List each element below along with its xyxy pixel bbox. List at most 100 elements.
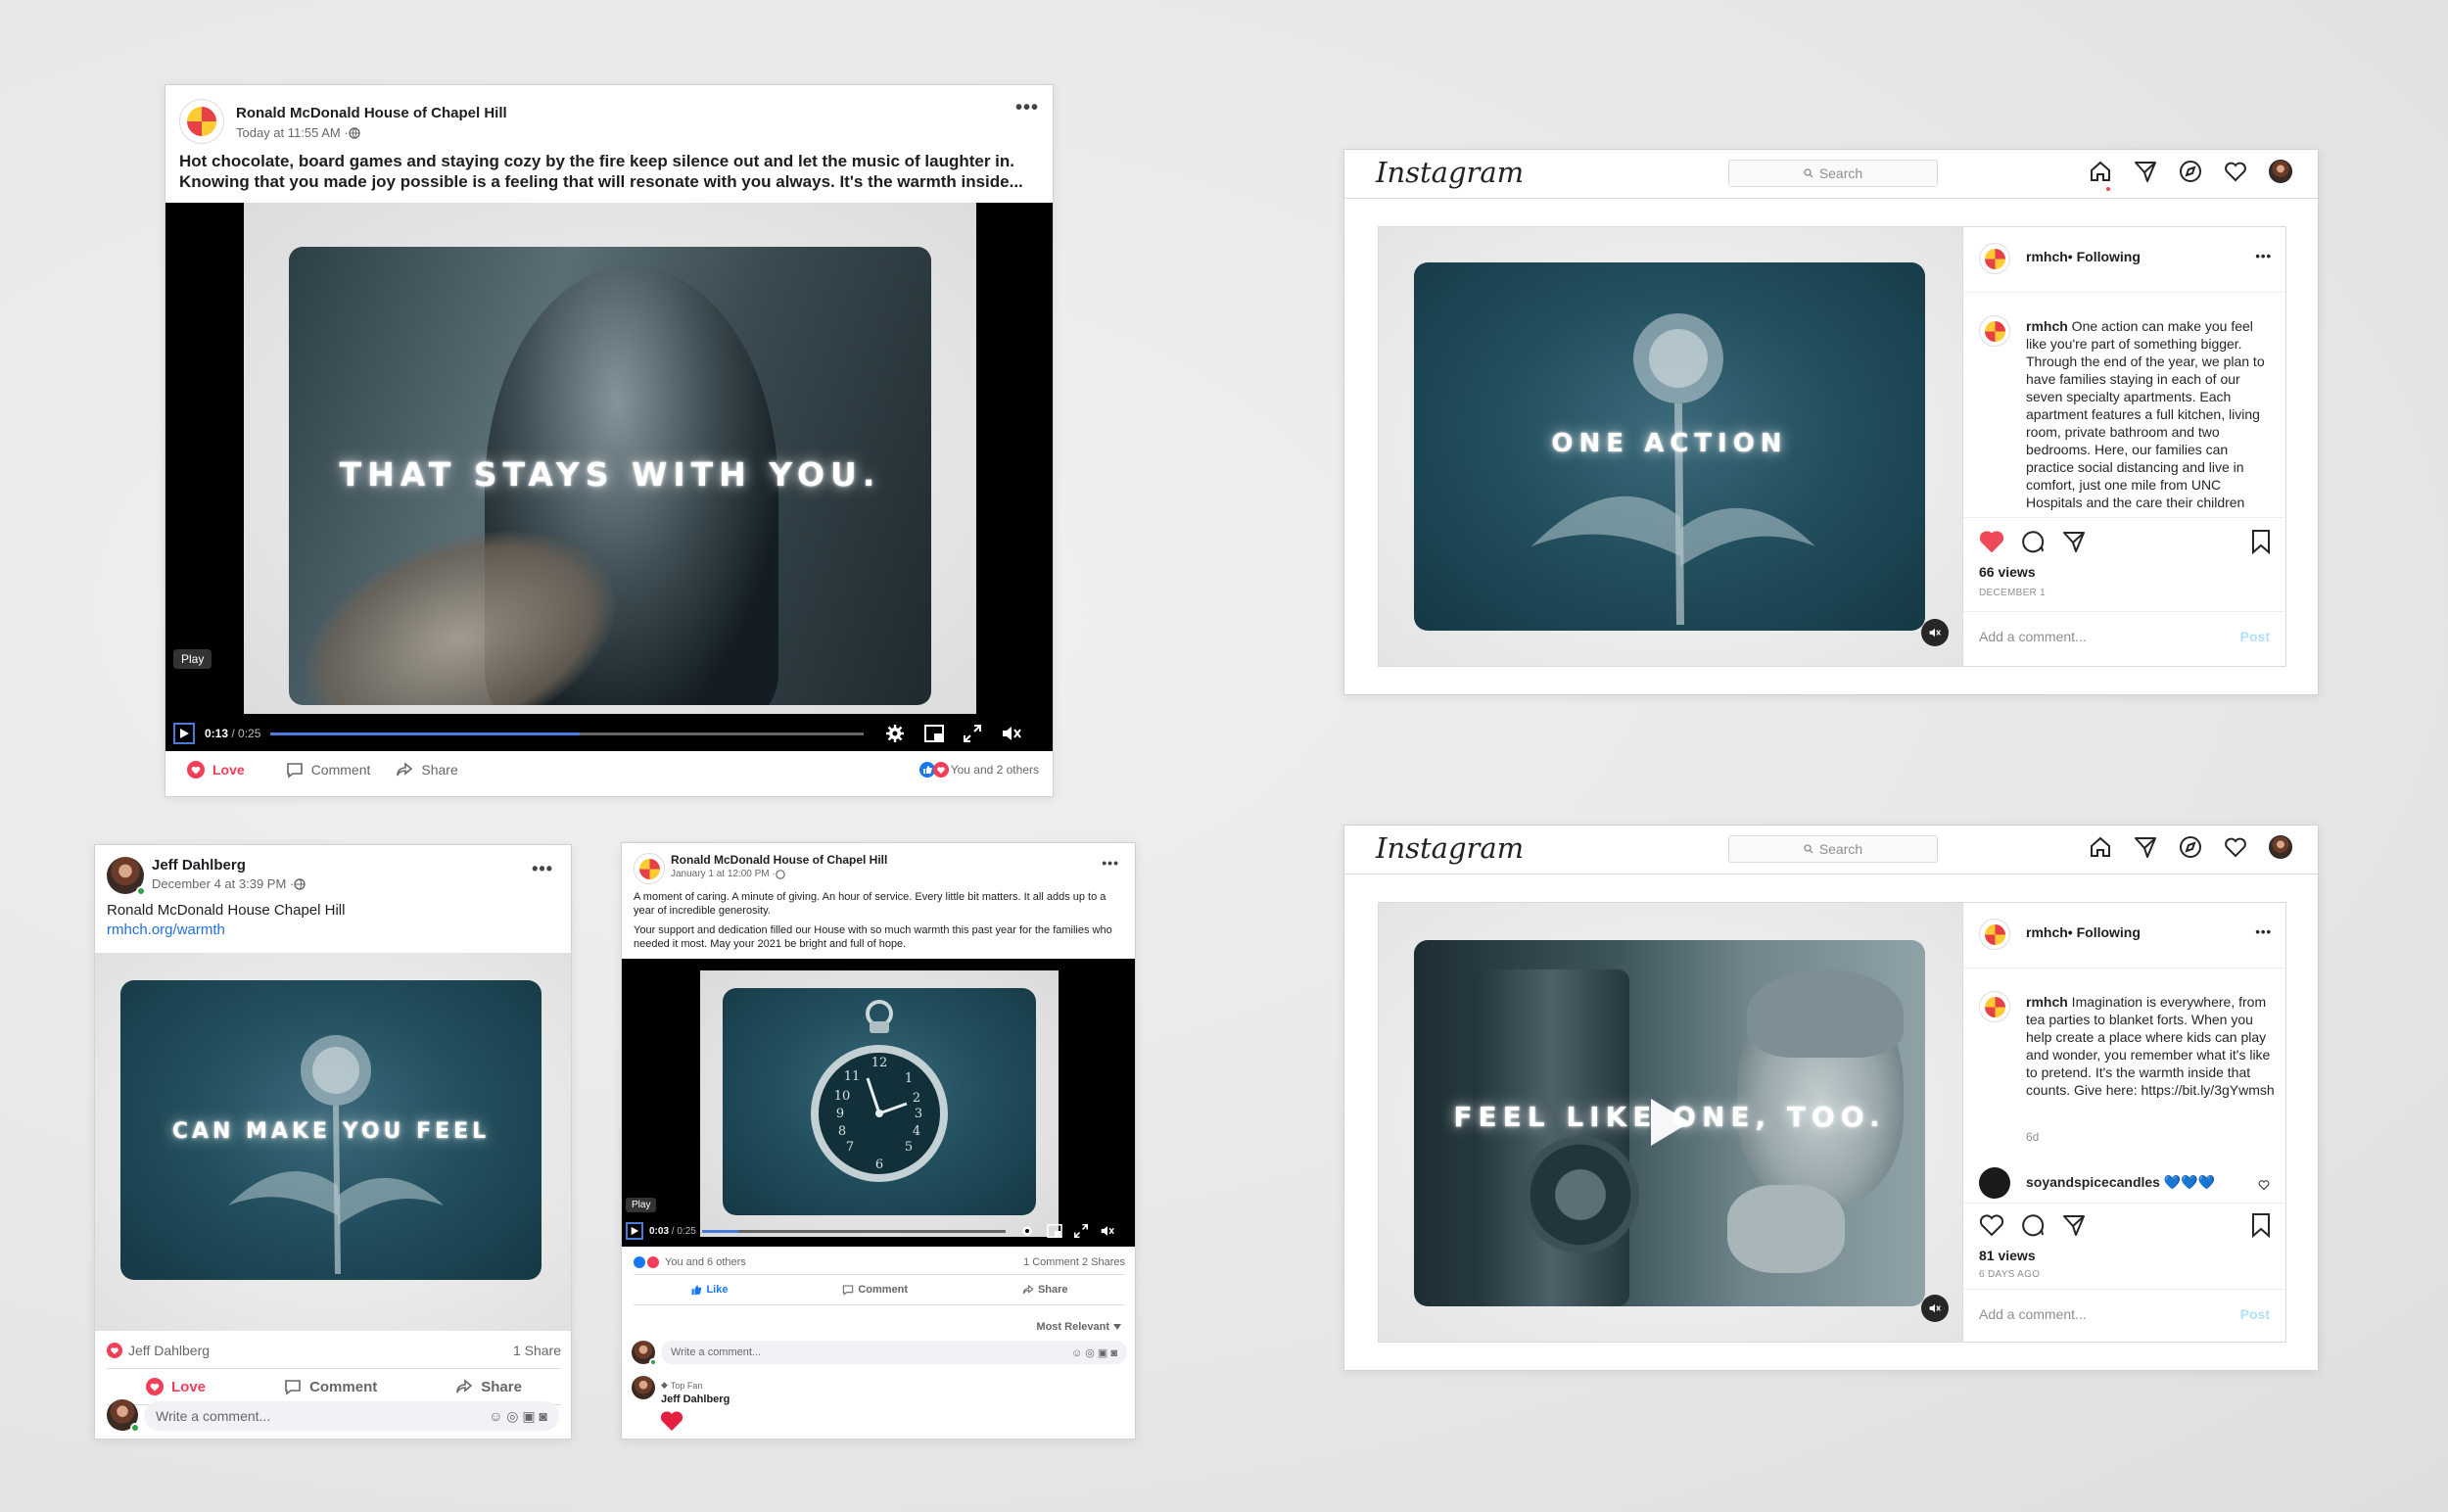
comment-input[interactable]: Add a comment... — [1979, 1306, 2087, 1322]
heart-icon[interactable] — [2224, 835, 2247, 859]
explore-icon[interactable] — [2179, 160, 2202, 183]
comment-input[interactable]: Write a comment... ☺ ◎ ▣ ◙ — [661, 1341, 1127, 1364]
more-options-button[interactable]: ••• — [1102, 855, 1119, 871]
comment-button[interactable]: Comment — [842, 1284, 908, 1296]
heart-icon[interactable] — [2224, 160, 2247, 183]
post-comment-button[interactable]: Post — [2240, 629, 2270, 644]
comment-username[interactable]: soyandspicecandles — [2026, 1174, 2160, 1190]
post-timestamp[interactable]: Today at 11:55 AM · — [236, 125, 360, 140]
author-username[interactable]: rmhch — [2026, 249, 2068, 264]
video-player[interactable]: CAN MAKE YOU FEEL — [95, 953, 571, 1331]
view-count[interactable]: 66 views — [1979, 564, 2036, 580]
pip-icon[interactable] — [924, 725, 945, 742]
author-avatar[interactable] — [1979, 919, 2010, 950]
bookmark-icon[interactable] — [2249, 529, 2273, 554]
like-heart-icon[interactable] — [1979, 1213, 2004, 1237]
love-button[interactable]: Love — [187, 761, 245, 779]
mute-icon[interactable] — [1100, 1224, 1115, 1238]
comment-input[interactable]: Add a comment... — [1979, 629, 2087, 644]
instagram-logo[interactable]: Instagram — [1376, 831, 1524, 865]
bookmark-icon[interactable] — [2249, 1212, 2273, 1238]
commenter-avatar[interactable] — [632, 1376, 655, 1399]
more-options-button[interactable]: ••• — [2255, 924, 2272, 939]
reaction-summary[interactable]: You and 6 others 1 Comment 2 Shares — [634, 1256, 1125, 1268]
video-player[interactable]: THAT STAYS WITH YOU. Play 0:13 / 0:25 — [165, 203, 1053, 751]
more-options-button[interactable]: ••• — [1015, 97, 1039, 119]
pip-icon[interactable] — [1047, 1224, 1062, 1238]
author-name[interactable]: Jeff Dahlberg — [152, 857, 246, 874]
fullscreen-icon[interactable] — [964, 725, 982, 742]
play-button[interactable] — [173, 723, 195, 744]
caption-avatar[interactable] — [1979, 315, 2010, 347]
progress-track[interactable] — [270, 732, 865, 735]
caption-username[interactable]: rmhch — [2026, 994, 2068, 1010]
author-avatar[interactable] — [1979, 243, 2010, 274]
share-button[interactable]: Share — [1022, 1284, 1068, 1296]
progress-track[interactable] — [701, 1229, 1006, 1233]
page-avatar[interactable] — [634, 853, 665, 884]
direct-icon[interactable] — [2134, 160, 2157, 183]
post-comment-button[interactable]: Post — [2240, 1306, 2270, 1322]
reaction-summary[interactable]: Jeff Dahlberg 1 Share — [107, 1343, 561, 1358]
search-icon — [1804, 168, 1813, 178]
more-options-button[interactable]: ••• — [2255, 249, 2272, 263]
comment-button[interactable]: Comment — [284, 1378, 377, 1395]
search-input[interactable]: Search — [1728, 160, 1938, 187]
page-name[interactable]: Ronald McDonald House of Chapel Hill — [671, 853, 887, 867]
gear-icon[interactable] — [1019, 1223, 1035, 1239]
post-date: DECEMBER 1 — [1979, 588, 2047, 598]
view-count[interactable]: 81 views — [1979, 1248, 2036, 1263]
profile-avatar[interactable] — [2269, 160, 2292, 183]
profile-avatar[interactable] — [2269, 835, 2292, 859]
comment-icon[interactable] — [2020, 1213, 2046, 1237]
comment-button[interactable]: Comment — [286, 761, 370, 779]
ig-media[interactable]: ONE ACTION — [1379, 227, 1962, 666]
mute-button[interactable] — [1921, 619, 1949, 646]
video-player[interactable]: 12 3 6 9 1 2 5 7 10 11 4 8 Play 0:03 / 0:25 — [622, 959, 1135, 1247]
comment-share-counts[interactable]: 1 Comment 2 Shares — [1023, 1256, 1125, 1268]
like-heart-icon[interactable] — [1979, 530, 2004, 553]
commenter-avatar[interactable] — [1979, 1167, 2010, 1199]
love-button[interactable]: Love — [146, 1378, 206, 1395]
gear-icon[interactable] — [885, 724, 905, 743]
comment-input[interactable]: Write a comment... ☺ ◎ ▣ ◙ — [144, 1401, 559, 1431]
mute-icon[interactable] — [1001, 724, 1022, 743]
author-username[interactable]: rmhch — [2026, 924, 2068, 940]
post-timestamp[interactable]: January 1 at 12:00 PM · — [671, 869, 785, 879]
emoji-icon[interactable]: ☺ ◎ ▣ ◙ — [489, 1408, 547, 1425]
reactions-text: You and 2 others — [950, 763, 1039, 777]
explore-icon[interactable] — [2179, 835, 2202, 859]
play-icon[interactable] — [1635, 1091, 1698, 1154]
comment-icon[interactable] — [2020, 530, 2046, 553]
direct-icon[interactable] — [2134, 835, 2157, 859]
page-avatar[interactable] — [179, 99, 224, 144]
ig-media[interactable]: FEEL LIKE ONE, TOO. — [1379, 903, 1962, 1342]
fullscreen-icon[interactable] — [1073, 1224, 1088, 1238]
play-button[interactable] — [626, 1222, 643, 1240]
sort-dropdown[interactable]: Most Relevant — [1036, 1321, 1121, 1333]
mute-button[interactable] — [1921, 1295, 1949, 1322]
share-icon[interactable] — [2061, 530, 2087, 553]
share-button[interactable]: Share — [455, 1378, 522, 1395]
instagram-logo[interactable]: Instagram — [1376, 156, 1524, 189]
home-icon[interactable] — [2089, 160, 2112, 183]
caption-avatar[interactable] — [1979, 991, 2010, 1022]
page-name[interactable]: Ronald McDonald House of Chapel Hill — [236, 105, 507, 121]
emoji-icon[interactable]: ☺ ◎ ▣ ◙ — [1071, 1347, 1117, 1359]
avatar[interactable] — [107, 857, 146, 896]
share-icon[interactable] — [2061, 1213, 2087, 1237]
post-link[interactable]: rmhch.org/warmth — [107, 921, 225, 938]
comment-author[interactable]: Jeff Dahlberg — [661, 1394, 730, 1405]
more-options-button[interactable]: ••• — [532, 859, 553, 879]
search-placeholder: Search — [1818, 841, 1863, 857]
share-count[interactable]: 1 Share — [513, 1343, 561, 1358]
share-button[interactable]: Share — [396, 761, 458, 779]
reaction-summary[interactable]: You and 2 others — [918, 762, 1039, 778]
like-button[interactable]: Like — [690, 1284, 728, 1296]
search-input[interactable]: Search — [1728, 835, 1938, 863]
post-text: Ronald McDonald House Chapel Hill — [107, 902, 346, 919]
post-timestamp[interactable]: December 4 at 3:39 PM · — [152, 876, 306, 891]
home-icon[interactable] — [2089, 835, 2112, 859]
caption-username[interactable]: rmhch — [2026, 318, 2068, 334]
comment-like-icon[interactable] — [2258, 1179, 2270, 1191]
